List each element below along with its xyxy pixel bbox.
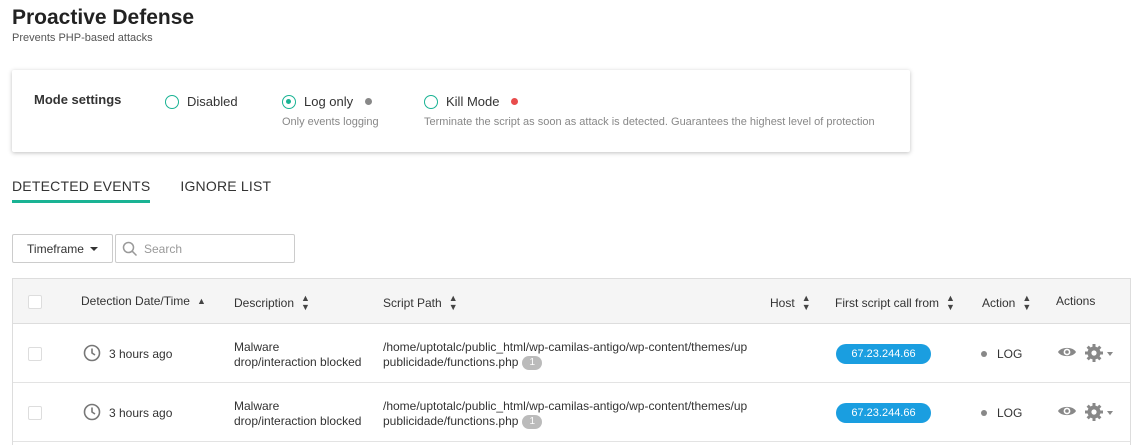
status-dot-red xyxy=(511,98,519,105)
ip-badge[interactable]: 67.23.244.66 xyxy=(836,344,931,364)
tabs: DETECTED EVENTS IGNORE LIST xyxy=(12,178,301,203)
sort-icon: ▲ ▼ xyxy=(1022,293,1032,312)
row-checkbox[interactable] xyxy=(28,347,42,361)
search-input[interactable] xyxy=(144,240,289,258)
timeframe-dropdown[interactable]: Timeframe xyxy=(12,234,113,263)
count-badge: 1 xyxy=(522,356,542,370)
action-dot xyxy=(981,351,987,357)
column-header-description[interactable]: Description ▲ ▼ xyxy=(234,294,310,312)
select-all-checkbox[interactable] xyxy=(28,295,42,309)
column-header-first-call-from[interactable]: First script call from ▲ ▼ xyxy=(835,294,955,312)
script-path: /home/uptotalc/public_html/wp-camilas-an… xyxy=(383,399,748,429)
tab-ignore-list[interactable]: IGNORE LIST xyxy=(180,178,271,203)
action-status: LOG xyxy=(981,406,1022,420)
action-status: LOG xyxy=(981,347,1022,361)
sort-icon: ▲ ▼ xyxy=(801,293,811,312)
row-checkbox[interactable] xyxy=(28,406,42,420)
column-header-action[interactable]: Action ▲ ▼ xyxy=(982,294,1031,312)
timeframe-label: Timeframe xyxy=(27,241,84,256)
event-description: Malware drop/interaction blocked xyxy=(234,399,362,428)
column-header-script-path[interactable]: Script Path ▲ ▼ xyxy=(383,294,458,312)
detection-time: 3 hours ago xyxy=(109,347,173,361)
sort-icon: ▲ ▼ xyxy=(946,293,955,312)
column-header-host[interactable]: Host ▲ ▼ xyxy=(770,294,811,312)
clock-icon xyxy=(83,344,101,362)
mode-option-label: Log only xyxy=(304,94,354,109)
clock-icon xyxy=(83,403,101,421)
mode-option-description: Only events logging xyxy=(282,116,379,128)
column-header-detection-date[interactable]: Detection Date/Time ▲ xyxy=(81,294,206,308)
gear-icon[interactable] xyxy=(1084,343,1104,363)
sort-icon: ▲ ▼ xyxy=(301,293,310,312)
sort-icon: ▲ ▼ xyxy=(448,293,458,312)
mode-option-label: Kill Mode xyxy=(446,94,500,109)
gear-icon[interactable] xyxy=(1084,402,1104,422)
mode-option-log-only[interactable]: Log only xyxy=(282,94,373,109)
page-subtitle: Prevents PHP-based attacks xyxy=(12,32,153,44)
mode-option-disabled[interactable]: Disabled xyxy=(165,94,238,109)
page-title: Proactive Defense xyxy=(12,6,195,29)
event-description: Malware drop/interaction blocked xyxy=(234,340,362,369)
eye-icon[interactable] xyxy=(1057,404,1077,418)
radio-log-only[interactable] xyxy=(282,94,296,109)
ip-badge[interactable]: 67.23.244.66 xyxy=(836,403,931,423)
script-path: /home/uptotalc/public_html/wp-camilas-an… xyxy=(383,340,748,370)
mode-settings-label: Mode settings xyxy=(34,92,122,107)
eye-icon[interactable] xyxy=(1057,345,1077,359)
search-box[interactable] xyxy=(115,234,295,263)
mode-option-kill-mode[interactable]: Kill Mode xyxy=(424,94,519,109)
column-header-actions: Actions xyxy=(1056,294,1096,308)
radio-kill-mode[interactable] xyxy=(424,94,438,109)
sort-asc-icon: ▲ xyxy=(196,295,206,306)
action-dot xyxy=(981,410,987,416)
radio-disabled[interactable] xyxy=(165,94,179,109)
mode-option-label: Disabled xyxy=(187,94,238,109)
events-table: Detection Date/Time ▲ Description ▲ ▼ Scrip… xyxy=(12,278,1131,445)
chevron-down-icon[interactable] xyxy=(1107,411,1113,415)
search-icon xyxy=(122,241,138,257)
mode-option-description: Terminate the script as soon as attack i… xyxy=(424,116,875,128)
table-header: Detection Date/Time ▲ Description ▲ ▼ Scrip… xyxy=(13,279,1130,324)
status-dot-grey xyxy=(365,98,373,105)
caret-down-icon xyxy=(89,246,98,251)
count-badge: 1 xyxy=(522,415,542,429)
table-row[interactable]: 3 hours ago Malware drop/interaction blo… xyxy=(13,383,1130,442)
detection-time: 3 hours ago xyxy=(109,406,173,420)
table-row[interactable]: 3 hours ago Malware drop/interaction blo… xyxy=(13,324,1130,383)
chevron-down-icon[interactable] xyxy=(1107,352,1113,356)
mode-settings-card: Mode settings Disabled Log only Only eve… xyxy=(12,70,910,152)
tab-detected-events[interactable]: DETECTED EVENTS xyxy=(12,178,151,203)
